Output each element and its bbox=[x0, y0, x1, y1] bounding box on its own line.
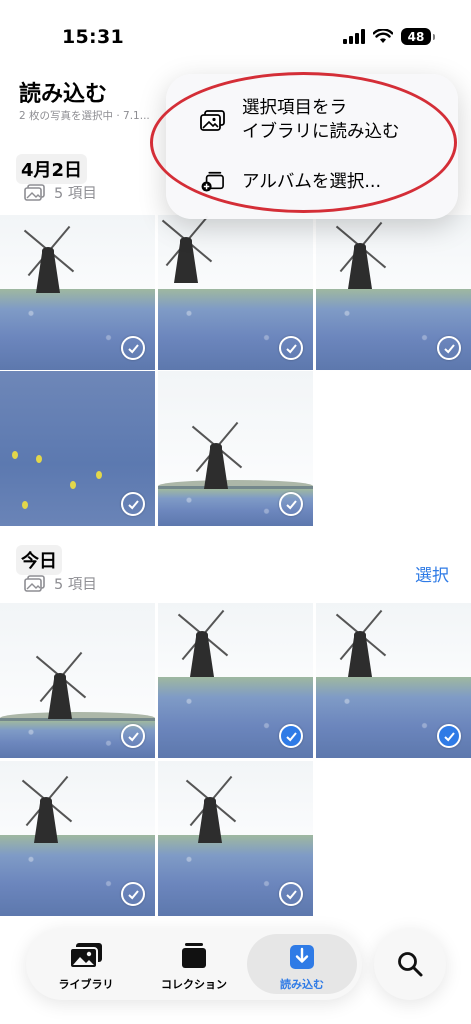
section-count: 5 項目 bbox=[24, 573, 97, 594]
select-button[interactable]: 選択 bbox=[415, 561, 449, 586]
selection-check-icon[interactable] bbox=[279, 492, 303, 516]
wifi-icon bbox=[373, 29, 393, 43]
selection-check-icon[interactable] bbox=[121, 336, 145, 360]
battery-icon: 48 bbox=[401, 28, 435, 45]
photo-thumbnail[interactable] bbox=[0, 603, 155, 758]
import-context-menu: 選択項目をラ イブラリに読み込む アルバムを選択... bbox=[166, 74, 458, 219]
status-icons: 48 bbox=[343, 28, 435, 45]
selection-check-icon[interactable] bbox=[121, 492, 145, 516]
selection-check-icon[interactable] bbox=[437, 336, 461, 360]
selected-check-icon[interactable] bbox=[279, 724, 303, 748]
selection-check-icon[interactable] bbox=[121, 882, 145, 906]
photo-thumbnail-selected[interactable] bbox=[158, 603, 313, 758]
section-date-april-2: 4月2日 bbox=[16, 154, 88, 184]
photo-thumbnail-selected[interactable] bbox=[316, 603, 471, 758]
menu-item-label: アルバムを選択... bbox=[242, 172, 382, 192]
tab-label: 読み込む bbox=[280, 978, 324, 991]
selection-check-icon[interactable] bbox=[279, 882, 303, 906]
photo-thumbnail[interactable] bbox=[158, 371, 313, 526]
section-date-today: 今日 bbox=[16, 545, 62, 575]
status-bar: 15:31 48 bbox=[0, 0, 471, 70]
selected-check-icon[interactable] bbox=[437, 724, 461, 748]
menu-item-select-album[interactable]: アルバムを選択... bbox=[166, 170, 458, 200]
photo-thumbnail[interactable] bbox=[0, 215, 155, 370]
tab-collections[interactable]: コレクション bbox=[139, 934, 249, 994]
cellular-signal-icon bbox=[343, 29, 365, 44]
tab-label: コレクション bbox=[161, 978, 227, 991]
collections-icon bbox=[182, 943, 206, 968]
photo-thumbnail[interactable] bbox=[0, 761, 155, 916]
photo-stack-icon bbox=[200, 110, 225, 131]
selection-summary: 2 枚の写真を選択中 · 7.1... bbox=[19, 110, 150, 122]
status-time: 15:31 bbox=[62, 26, 124, 48]
search-icon bbox=[398, 952, 423, 977]
section-count: 5 項目 bbox=[24, 182, 97, 203]
photos-icon bbox=[69, 943, 102, 969]
tab-label: ライブラリ bbox=[58, 978, 114, 991]
add-to-album-icon bbox=[201, 171, 224, 192]
tab-import[interactable]: 読み込む bbox=[247, 934, 357, 994]
photo-thumbnail[interactable] bbox=[158, 215, 313, 370]
photo-stack-icon bbox=[24, 574, 45, 592]
import-icon bbox=[290, 945, 314, 969]
search-button[interactable] bbox=[374, 928, 446, 1000]
menu-item-label: 選択項目をラ イブラリに読み込む bbox=[242, 98, 400, 142]
tab-library[interactable]: ライブラリ bbox=[31, 934, 141, 994]
menu-item-import-to-library[interactable]: 選択項目をラ イブラリに読み込む bbox=[166, 96, 458, 148]
photo-thumbnail[interactable] bbox=[316, 215, 471, 370]
photo-thumbnail[interactable] bbox=[158, 761, 313, 916]
selection-check-icon[interactable] bbox=[121, 724, 145, 748]
section-count-label: 5 項目 bbox=[54, 577, 97, 593]
selection-check-icon[interactable] bbox=[279, 336, 303, 360]
photo-thumbnail[interactable] bbox=[0, 371, 155, 526]
tab-bar: ライブラリ コレクション 読み込む bbox=[26, 928, 362, 1000]
section-count-label: 5 項目 bbox=[54, 186, 97, 202]
photo-stack-icon bbox=[24, 183, 45, 201]
page-title: 読み込む bbox=[19, 82, 108, 107]
